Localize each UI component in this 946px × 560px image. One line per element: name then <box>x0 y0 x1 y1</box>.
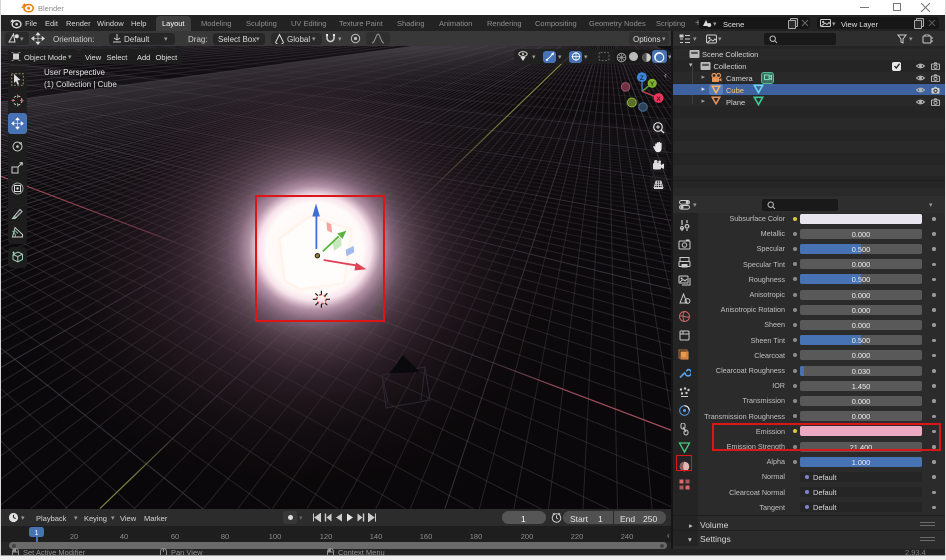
svg-text:Y: Y <box>650 81 655 88</box>
svg-text:X: X <box>656 96 661 103</box>
svg-text:Z: Z <box>640 75 644 82</box>
